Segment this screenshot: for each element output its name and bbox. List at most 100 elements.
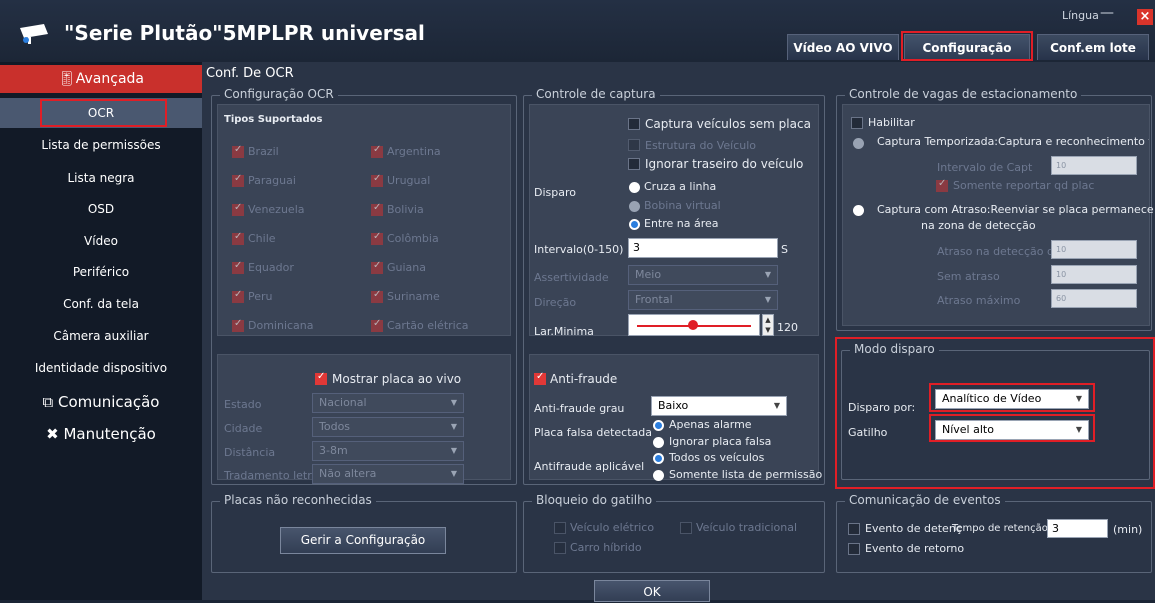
country-checkbox[interactable] <box>371 231 383 245</box>
carro-hibrido-checkbox[interactable] <box>554 542 566 554</box>
somente-reportar-label: Somente reportar qd plac <box>953 179 1095 192</box>
veiculo-tradicional-label: Veículo tradicional <box>696 521 798 534</box>
intervalo-capt-input[interactable]: 10 <box>1051 156 1137 175</box>
retencao-unit: (min) <box>1113 523 1143 536</box>
antifraude-checkbox[interactable] <box>534 371 546 385</box>
country-label: Bolivia <box>387 203 424 216</box>
sidebar-item-camera-auxiliar[interactable]: Câmera auxiliar <box>0 321 202 351</box>
carro-hibrido-label: Carro híbrido <box>570 541 642 554</box>
country-checkbox[interactable] <box>232 144 244 158</box>
gatilho-label: Gatilho <box>848 426 888 439</box>
direcao-label: Direção <box>534 296 577 309</box>
sidebar-header-avancada[interactable]: 🎚Avançada <box>0 65 202 93</box>
distancia-select[interactable]: 3-8m ▼ <box>312 441 464 461</box>
lar-minima-stepper[interactable]: ▲ ▼ <box>762 314 774 336</box>
mostrar-placa-label: Mostrar placa ao vivo <box>332 372 462 386</box>
atraso-maximo-input[interactable]: 60 <box>1051 289 1137 308</box>
intervalo-label: Intervalo(0-150) <box>534 243 624 256</box>
language-menu[interactable]: Língua <box>1062 9 1099 22</box>
intervalo-input[interactable]: 3 <box>628 238 778 258</box>
sem-atraso-label: Sem atraso <box>937 270 1000 283</box>
lar-minima-value: 120 <box>777 321 798 334</box>
country-label: Peru <box>248 290 273 303</box>
country-checkbox[interactable] <box>371 202 383 216</box>
sidebar-item-osd[interactable]: OSD <box>0 194 202 224</box>
cruza-linha-radio[interactable] <box>629 182 640 193</box>
temporizada-radio[interactable] <box>853 138 864 149</box>
country-label: Suriname <box>387 290 440 303</box>
lar-minima-slider[interactable] <box>628 314 760 336</box>
highlight-gatilho <box>929 414 1095 442</box>
sem-atraso-input[interactable]: 10 <box>1051 265 1137 284</box>
country-checkbox[interactable] <box>232 202 244 216</box>
country-checkbox[interactable] <box>232 231 244 245</box>
comm-icon: ⧉ <box>42 393 58 411</box>
highlight-configuracao <box>901 31 1033 61</box>
sidebar-item-lista-permissoes[interactable]: Lista de permissões <box>0 130 202 160</box>
country-checkbox[interactable] <box>371 318 383 332</box>
cidade-label: Cidade <box>224 422 263 435</box>
slider-handle[interactable] <box>688 320 698 330</box>
apenas-alarme-radio[interactable] <box>653 420 664 431</box>
entre-area-radio[interactable] <box>629 219 640 230</box>
tab-video-ao-vivo[interactable]: Vídeo AO VIVO <box>787 34 899 60</box>
tools-icon: ✖ <box>46 425 64 443</box>
country-checkbox[interactable] <box>371 289 383 303</box>
ignorar-traseiro-checkbox[interactable] <box>628 158 640 170</box>
sem-placa-checkbox[interactable] <box>628 118 640 130</box>
somente-lista-radio[interactable] <box>653 470 664 481</box>
habilitar-checkbox[interactable] <box>851 117 863 129</box>
chevron-down-icon: ▼ <box>450 422 457 431</box>
tratamento-select[interactable]: Não altera ▼ <box>312 464 464 484</box>
todos-veiculos-radio[interactable] <box>653 453 664 464</box>
estado-select[interactable]: Nacional ▼ <box>312 393 464 413</box>
atraso-maximo-label: Atraso máximo <box>937 294 1021 307</box>
captura-atraso-radio[interactable] <box>853 205 864 216</box>
evento-retorno-label: Evento de retorno <box>865 542 965 555</box>
atraso-deteccao-input[interactable]: 10 <box>1051 240 1137 259</box>
chevron-down-icon: ▼ <box>450 469 457 478</box>
direcao-select[interactable]: Frontal ▼ <box>628 290 778 310</box>
country-checkbox[interactable] <box>232 260 244 274</box>
apenas-alarme-label: Apenas alarme <box>669 418 752 431</box>
antifraude-grau-select[interactable]: Baixo ▼ <box>651 396 787 416</box>
sidebar-item-lista-negra[interactable]: Lista negra <box>0 163 202 193</box>
sidebar-item-identidade[interactable]: Identidade dispositivo <box>0 353 202 383</box>
sidebar-item-comunicacao[interactable]: ⧉ Comunicação <box>0 387 202 417</box>
ignorar-placa-radio[interactable] <box>653 437 664 448</box>
somente-reportar-checkbox[interactable] <box>936 178 948 192</box>
country-checkbox[interactable] <box>371 260 383 274</box>
retencao-input[interactable]: 3 <box>1047 519 1108 538</box>
intervalo-capt-label: Intervalo de Capt <box>937 161 1033 174</box>
assertividade-select[interactable]: Meio ▼ <box>628 265 778 285</box>
veiculo-eletrico-checkbox[interactable] <box>554 522 566 534</box>
mostrar-placa-checkbox[interactable] <box>315 371 327 385</box>
country-checkbox[interactable] <box>232 173 244 187</box>
sidebar-item-video[interactable]: Vídeo <box>0 226 202 256</box>
country-checkbox[interactable] <box>371 144 383 158</box>
sidebar-item-conf-tela[interactable]: Conf. da tela <box>0 289 202 319</box>
gerir-configuracao-button[interactable]: Gerir a Configuração <box>280 527 446 554</box>
country-checkbox[interactable] <box>232 318 244 332</box>
page-title: Conf. De OCR <box>206 66 294 81</box>
close-button[interactable]: × <box>1137 9 1153 25</box>
country-label: Chile <box>248 232 276 245</box>
country-checkbox[interactable] <box>232 289 244 303</box>
estrutura-checkbox[interactable] <box>628 139 640 151</box>
minimize-button[interactable]: — <box>1100 5 1114 21</box>
cidade-select[interactable]: Todos ▼ <box>312 417 464 437</box>
chevron-down-icon: ▼ <box>450 398 457 407</box>
country-label: Colômbia <box>387 232 439 245</box>
sidebar-item-periferico[interactable]: Periférico <box>0 257 202 287</box>
ok-button[interactable]: OK <box>594 580 710 602</box>
veiculo-tradicional-checkbox[interactable] <box>680 522 692 534</box>
tab-conf-em-lote[interactable]: Conf.em lote <box>1037 34 1149 60</box>
highlight-disparo-por <box>929 383 1095 412</box>
evento-retorno-checkbox[interactable] <box>848 543 860 555</box>
chevron-down-icon: ▼ <box>773 401 780 410</box>
antifraude-label: Anti-fraude <box>550 372 618 386</box>
evento-detencao-checkbox[interactable] <box>848 523 860 535</box>
sidebar-item-manutencao[interactable]: ✖ Manutenção <box>0 419 202 449</box>
country-checkbox[interactable] <box>371 173 383 187</box>
bobina-radio[interactable] <box>629 201 640 212</box>
